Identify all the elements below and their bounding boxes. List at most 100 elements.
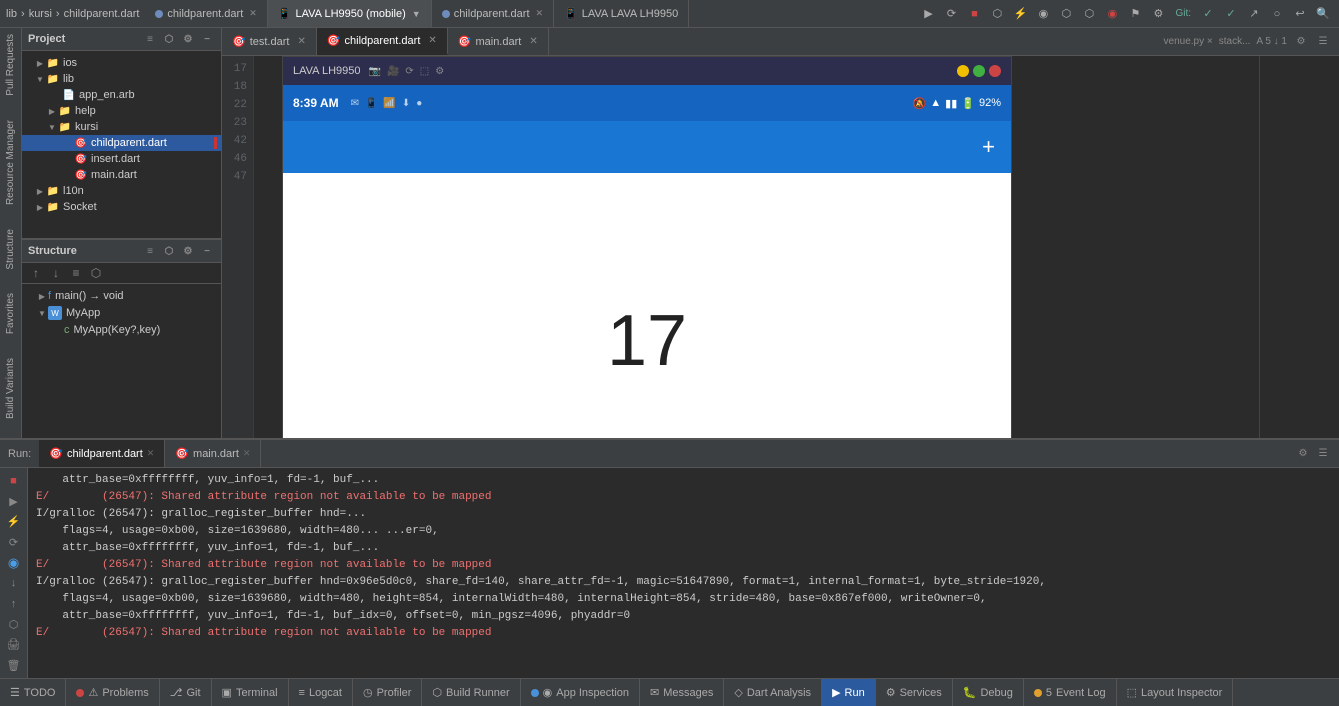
top-tab-childparent[interactable]: childparent.dart ✕ bbox=[145, 0, 267, 27]
status-messages[interactable]: ✉ Messages bbox=[640, 679, 724, 706]
console-output[interactable]: attr_base=0xffffffff, yuv_info=1, fd=-1,… bbox=[28, 468, 1339, 678]
tree-item-arb[interactable]: 📄 app_en.arb bbox=[22, 87, 221, 103]
tools-icon[interactable]: ⬡ bbox=[1056, 4, 1076, 24]
struct-up-icon[interactable]: ↑ bbox=[28, 265, 44, 281]
console-clear-icon[interactable]: 🗑 bbox=[4, 657, 24, 675]
struct-item-myapp-key[interactable]: c MyApp(Key?,key) bbox=[22, 322, 221, 338]
console-lightning-icon[interactable]: ⚡ bbox=[4, 513, 24, 531]
tree-item-childparent[interactable]: 🎯 childparent.dart bbox=[22, 135, 221, 151]
project-settings-icon[interactable]: ⚙ bbox=[180, 31, 196, 47]
tab-close-childparent[interactable]: ✕ bbox=[428, 35, 436, 46]
struct-settings-icon[interactable]: ⚙ bbox=[180, 243, 196, 259]
status-logcat[interactable]: ≡ Logcat bbox=[289, 679, 353, 706]
phone-minimize-btn[interactable] bbox=[957, 65, 969, 77]
tree-item-lib[interactable]: ▼ 📁 lib bbox=[22, 71, 221, 87]
console-down-icon[interactable]: ↓ bbox=[4, 575, 24, 593]
struct-sort2-icon[interactable]: ≡ bbox=[68, 265, 84, 281]
run-icon[interactable]: ▶ bbox=[918, 4, 938, 24]
struct-minimize-icon[interactable]: − bbox=[199, 243, 215, 259]
tree-item-l10n[interactable]: ▶ 📁 l10n bbox=[22, 183, 221, 199]
status-problems[interactable]: ⚠ Problems bbox=[66, 679, 159, 706]
run-tab-close-main[interactable]: ✕ bbox=[243, 448, 251, 459]
struct-item-myapp[interactable]: ▼ W MyApp bbox=[22, 304, 221, 322]
tab-close-main[interactable]: ✕ bbox=[529, 36, 537, 47]
top-tab-lava[interactable]: 📱 LAVA LAVA LH9950 bbox=[554, 0, 689, 27]
run-settings-icon[interactable]: ⚙ bbox=[1295, 446, 1311, 462]
status-todo[interactable]: ☰ TODO bbox=[0, 679, 66, 706]
undo-icon[interactable]: ↩ bbox=[1290, 4, 1310, 24]
status-run[interactable]: ▶ Run bbox=[822, 679, 876, 706]
struct-item-main[interactable]: ▶ f main() → void bbox=[22, 288, 221, 304]
struct-down-icon[interactable]: ↓ bbox=[48, 265, 64, 281]
status-build-runner[interactable]: ⬡ Build Runner bbox=[422, 679, 520, 706]
dart-run-icon: 🎯 bbox=[49, 447, 63, 460]
settings-icon[interactable]: ⚙ bbox=[1148, 4, 1168, 24]
breakpoint-icon[interactable]: ◉ bbox=[1033, 4, 1053, 24]
console-print-icon[interactable]: 🖨 bbox=[4, 636, 24, 654]
editor-menu-icon[interactable]: ☰ bbox=[1315, 34, 1331, 50]
struct-filter-icon[interactable]: ⬡ bbox=[161, 243, 177, 259]
tree-item-socket[interactable]: ▶ 📁 Socket bbox=[22, 199, 221, 215]
console-line-6: E/ (26547): Shared attribute region not … bbox=[36, 557, 1331, 574]
editor-tab-test[interactable]: 🎯 test.dart ✕ bbox=[222, 28, 317, 55]
tab-close-test[interactable]: ✕ bbox=[297, 36, 305, 47]
status-dart-analysis[interactable]: ◇ Dart Analysis bbox=[724, 679, 822, 706]
status-profiler[interactable]: ◷ Profiler bbox=[353, 679, 422, 706]
folder-ios-icon: 📁 bbox=[46, 56, 60, 70]
editor-settings-icon[interactable]: ⚙ bbox=[1293, 34, 1309, 50]
console-reload-icon[interactable]: ⟳ bbox=[4, 534, 24, 552]
run-tab-close-childparent[interactable]: ✕ bbox=[147, 448, 155, 459]
project-minimize-icon[interactable]: − bbox=[199, 31, 215, 47]
top-tab-device[interactable]: 📱 LAVA LH9950 (mobile) ▼ bbox=[268, 0, 432, 27]
favorites-label[interactable]: Favorites bbox=[5, 293, 16, 334]
tree-item-ios[interactable]: ▶ 📁 ios bbox=[22, 55, 221, 71]
editor-tab-main[interactable]: 🎯 main.dart ✕ bbox=[448, 28, 549, 55]
fab-plus-icon[interactable]: + bbox=[982, 134, 995, 160]
status-debug[interactable]: 🐛 Debug bbox=[953, 679, 1024, 706]
tree-item-kursi[interactable]: ▼ 📁 kursi bbox=[22, 119, 221, 135]
run-tab-main[interactable]: 🎯 main.dart ✕ bbox=[165, 440, 261, 467]
tree-item-insert[interactable]: 🎯 insert.dart bbox=[22, 151, 221, 167]
console-up-icon[interactable]: ↑ bbox=[4, 595, 24, 613]
inspect-icon[interactable]: ⬡ bbox=[1079, 4, 1099, 24]
record-icon[interactable]: ◉ bbox=[1102, 4, 1122, 24]
status-git[interactable]: ⎇ Git bbox=[160, 679, 212, 706]
structure-label[interactable]: Structure bbox=[5, 229, 16, 270]
stop-icon[interactable]: ■ bbox=[964, 4, 984, 24]
tree-item-help[interactable]: ▶ 📁 help bbox=[22, 103, 221, 119]
git-history-icon[interactable]: ○ bbox=[1267, 4, 1287, 24]
run-tab-childparent[interactable]: 🎯 childparent.dart ✕ bbox=[39, 440, 165, 467]
status-services[interactable]: ⚙ Services bbox=[876, 679, 953, 706]
struct-sort-icon[interactable]: ≡ bbox=[142, 243, 158, 259]
phone-settings-icon[interactable]: ⚙ bbox=[435, 66, 444, 77]
status-event-log[interactable]: 5 Event Log bbox=[1024, 679, 1117, 706]
struct-autoscroll-icon[interactable]: ⬡ bbox=[88, 265, 104, 281]
project-collapse-icon[interactable]: ≡ bbox=[142, 31, 158, 47]
status-app-inspection[interactable]: ◉ App Inspection bbox=[521, 679, 640, 706]
console-run-icon[interactable]: ▶ bbox=[4, 493, 24, 511]
run-menu-icon[interactable]: ☰ bbox=[1315, 446, 1331, 462]
build-variants-label[interactable]: Build Variants bbox=[5, 358, 16, 419]
phone-close-btn[interactable] bbox=[989, 65, 1001, 77]
editor-tab-childparent[interactable]: 🎯 childparent.dart ✕ bbox=[317, 28, 448, 55]
git-check-icon[interactable]: ✓ bbox=[1198, 4, 1218, 24]
console-wrap-icon[interactable]: ⬡ bbox=[4, 616, 24, 634]
git-push-icon[interactable]: ↗ bbox=[1244, 4, 1264, 24]
status-terminal[interactable]: ▣ Terminal bbox=[212, 679, 289, 706]
stop-run-icon[interactable]: ■ bbox=[4, 472, 24, 490]
resource-manager-label[interactable]: Resource Manager bbox=[5, 120, 16, 205]
git-check2-icon[interactable]: ✓ bbox=[1221, 4, 1241, 24]
bookmark-icon[interactable]: ⚑ bbox=[1125, 4, 1145, 24]
tree-item-main[interactable]: 🎯 main.dart bbox=[22, 167, 221, 183]
coverage-icon[interactable]: ⬡ bbox=[987, 4, 1007, 24]
pull-requests-label[interactable]: Pull Requests bbox=[5, 34, 16, 96]
search-icon[interactable]: 🔍 bbox=[1313, 4, 1333, 24]
console-filter-icon[interactable]: ◉ bbox=[4, 554, 24, 572]
project-sort-icon[interactable]: ⬡ bbox=[161, 31, 177, 47]
reload-icon[interactable]: ⟳ bbox=[941, 4, 961, 24]
phone-maximize-btn[interactable] bbox=[973, 65, 985, 77]
dart-dot-icon bbox=[155, 10, 163, 18]
top-tab-childparent2[interactable]: childparent.dart ✕ bbox=[432, 0, 554, 27]
status-layout-inspector[interactable]: ⬚ Layout Inspector bbox=[1117, 679, 1234, 706]
lightning-icon[interactable]: ⚡ bbox=[1010, 4, 1030, 24]
